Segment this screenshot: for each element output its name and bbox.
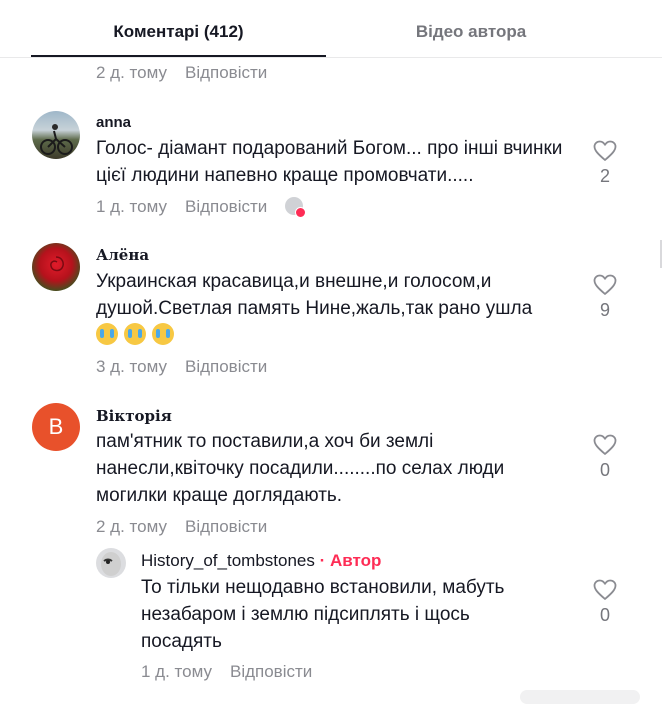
comment-username[interactable]: anna [96,114,131,131]
heart-icon [593,434,617,455]
comment-time: 1 д. тому [141,662,212,681]
comment-time: 2 д. тому [96,63,167,82]
comment-time: 2 д. тому [96,517,167,536]
rose-icon [50,256,64,272]
tab-comments[interactable]: Коментарі (412) [31,0,326,57]
like-count: 0 [599,460,610,480]
heart-icon [593,579,617,600]
comment-username[interactable]: Алёна [96,246,149,264]
avatar[interactable] [96,548,126,578]
avatar[interactable] [32,111,80,159]
comment-text-body: Украинская красавица,и внешне,и голосом,… [96,271,533,319]
like-button[interactable]: 0 [585,579,625,626]
heart-icon [593,140,617,161]
like-count: 0 [599,605,610,625]
comment-meta: 2 д. тому Відповісти [96,63,267,83]
comment-tabs: Коментарі (412) Відео автора [0,0,662,58]
comment-time: 1 д. тому [96,197,167,216]
comment-time: 3 д. тому [96,357,167,376]
more-replies-fade [520,690,640,704]
comment-username[interactable]: History_of_tombstones [141,551,315,570]
reply-button[interactable]: Відповісти [185,357,267,376]
like-button[interactable]: 9 [585,274,625,321]
crying-emoji-icon [96,323,118,345]
comment-meta: 1 д. тому Відповісти [141,662,312,682]
avatar-photo-icon [40,124,73,155]
reply-button[interactable]: Відповісти [185,63,267,82]
like-count: 2 [599,166,610,186]
tab-author-videos[interactable]: Відео автора [326,0,616,56]
author-badge: Автор [329,551,382,570]
heart-badge-icon [295,207,307,218]
comment-text: То тільки нещодавно встановили, мабуть н… [141,577,505,652]
badge-separator: · [314,551,330,570]
reply-username-row: History_of_tombstones · Автор [141,551,381,571]
heart-icon [593,274,617,295]
creator-liked-avatar [285,197,307,218]
like-button[interactable]: 2 [585,140,625,187]
comment-meta: 3 д. тому Відповісти [96,357,267,377]
face-icon [101,552,121,576]
comment-text: Украинская красавица,и внешне,и голосом,… [96,268,566,349]
reply-button[interactable]: Відповісти [230,662,312,681]
crying-emoji-icon [152,323,174,345]
avatar[interactable]: B [32,403,80,451]
comment-text: пам'ятник то поставили,а хоч би землі на… [96,431,505,506]
comment-text: Голос- діамант подарований Богом... про … [96,138,563,186]
reply-button[interactable]: Відповісти [185,197,267,216]
like-button[interactable]: 0 [585,434,625,481]
comment-meta: 2 д. тому Відповісти [96,517,267,537]
comment-username[interactable]: Вікторія [96,407,172,425]
comment-meta: 1 д. тому Відповісти [96,197,307,218]
crying-emoji-icon [124,323,146,345]
reply-button[interactable]: Відповісти [185,517,267,536]
like-count: 9 [599,300,610,320]
avatar[interactable] [32,243,80,291]
